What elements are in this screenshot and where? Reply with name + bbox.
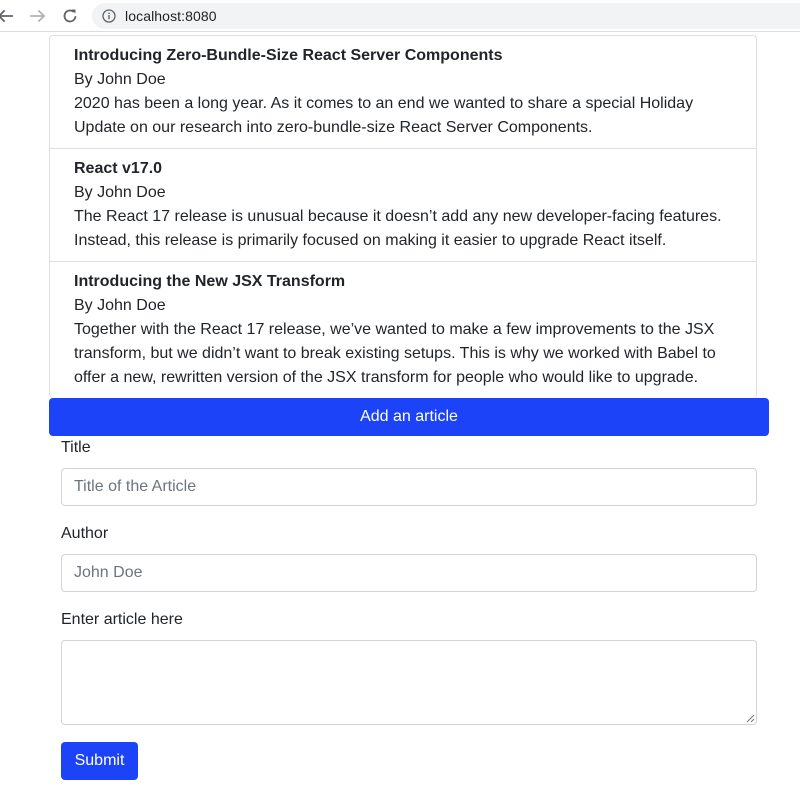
reload-button[interactable] xyxy=(59,5,81,27)
back-button[interactable] xyxy=(0,5,16,27)
arrow-right-icon xyxy=(30,9,46,23)
info-icon[interactable] xyxy=(101,8,117,24)
title-placeholder: Title of the Article xyxy=(74,478,197,495)
resize-handle-icon[interactable] xyxy=(746,714,755,723)
author-label: Author xyxy=(61,525,109,542)
address-bar[interactable]: localhost:8080 xyxy=(92,3,800,29)
article-body: 2020 has been a long year. As it comes t… xyxy=(74,95,694,136)
list-item: Introducing Zero-Bundle-Size React Serve… xyxy=(50,36,756,149)
article-body: The React 17 release is unusual because … xyxy=(74,208,722,249)
title-input[interactable]: Title of the Article xyxy=(61,468,757,506)
submit-button[interactable]: Submit xyxy=(61,742,138,780)
browser-toolbar: localhost:8080 xyxy=(0,0,800,32)
article-textarea[interactable] xyxy=(61,640,757,725)
add-article-button[interactable]: Add an article xyxy=(49,398,769,436)
article-label: Enter article here xyxy=(61,611,183,628)
author-input[interactable]: John Doe xyxy=(61,554,757,592)
article-list: Introducing Zero-Bundle-Size React Serve… xyxy=(49,35,757,398)
arrow-left-icon xyxy=(0,9,13,23)
article-title: React v17.0 xyxy=(74,160,163,177)
article-title: Introducing the New JSX Transform xyxy=(74,273,346,290)
article-title: Introducing Zero-Bundle-Size React Serve… xyxy=(74,47,503,64)
forward-button[interactable] xyxy=(27,5,49,27)
url-text[interactable]: localhost:8080 xyxy=(125,8,217,24)
title-label: Title xyxy=(61,439,91,456)
list-item: Introducing the New JSX Transform By Joh… xyxy=(50,262,756,398)
article-author: By John Doe xyxy=(74,297,166,314)
article-author: By John Doe xyxy=(74,184,166,201)
article-body: Together with the React 17 release, we’v… xyxy=(74,321,716,386)
list-item: React v17.0 By John Doe The React 17 rel… xyxy=(50,149,756,262)
article-author: By John Doe xyxy=(74,71,166,88)
reload-icon xyxy=(63,9,77,23)
author-placeholder: John Doe xyxy=(74,564,143,581)
